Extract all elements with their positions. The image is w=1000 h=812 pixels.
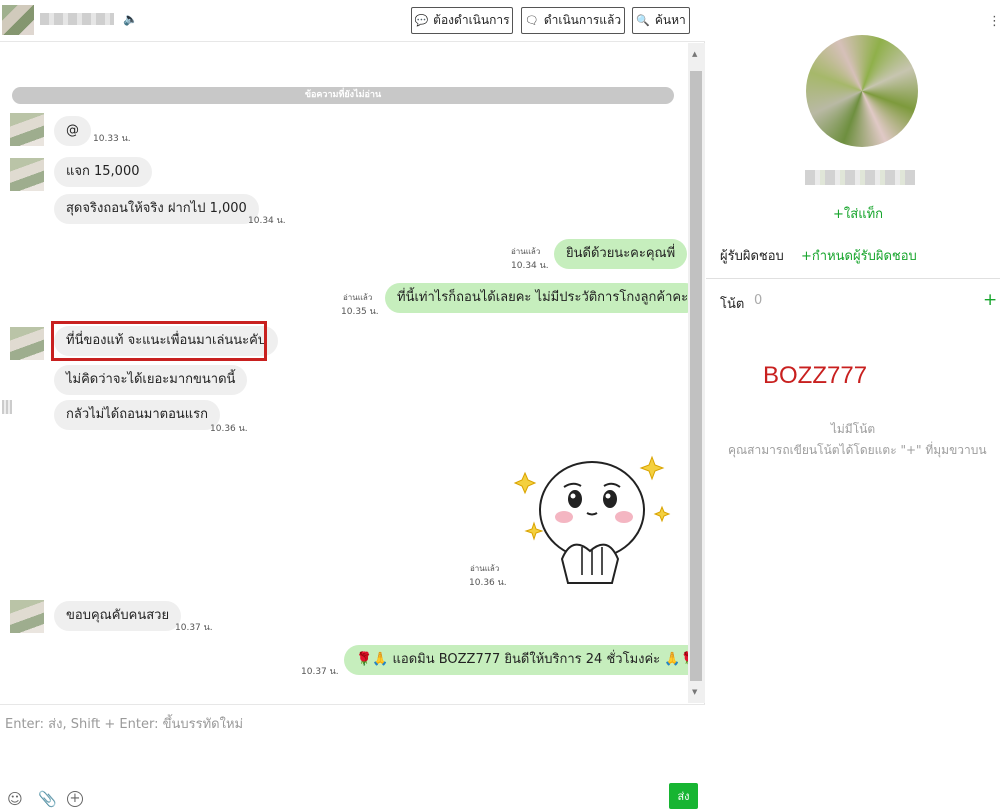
checked-bubble-icon: 🗨 — [524, 14, 539, 27]
search-icon: 🔍 — [636, 14, 650, 27]
profile-picture[interactable] — [806, 35, 918, 147]
assign-responder-button[interactable]: +กำหนดผู้รับผิดชอบ — [801, 245, 917, 266]
todo-button-label: ต้องดำเนินการ — [433, 13, 510, 27]
message-bubble[interactable]: ยินดีด้วยนะคะคุณพี่ — [554, 239, 688, 269]
message-scrollbar[interactable]: ▲ ▼ — [688, 43, 705, 703]
message-time: 10.34 น. — [511, 261, 549, 271]
add-tag-button[interactable]: +ใส่แท็ก — [833, 203, 883, 224]
message-time: 10.36 น. — [210, 424, 248, 434]
message-input[interactable] — [5, 713, 695, 773]
chat-header: 🔈 💬 ต้องดำเนินการ 🗨 ดำเนินการแล้ว 🔍 ค้นห… — [0, 0, 705, 42]
empty-notes-description: คุณสามารถเขียนโน้ตได้โดยแตะ "+" ที่มุมขว… — [728, 443, 987, 457]
message-bubble[interactable]: 🌹🙏 แอดมิน BOZZ777 ยินดีให้บริการ 24 ชั่ว… — [344, 645, 688, 675]
attachment-icon[interactable]: 📎 — [38, 791, 57, 807]
plus-icon: + — [833, 207, 844, 222]
unread-divider: ข้อความที่ยังไม่อ่าน — [12, 87, 674, 104]
responder-label: ผู้รับผิดชอบ — [720, 249, 784, 264]
done-button[interactable]: 🗨 ดำเนินการแล้ว — [521, 7, 625, 34]
message-bubble[interactable]: ไม่คิดว่าจะได้เยอะมากขนาดนี้ — [54, 365, 248, 395]
contact-sidebar: ⋮ +ใส่แท็ก ผู้รับผิดชอบ +กำหนดผู้รับผิดช… — [706, 0, 1000, 812]
speaker-icon[interactable]: 🔈 — [123, 12, 138, 26]
message-time: 10.37 น. — [175, 623, 213, 633]
message-bubble[interactable]: @ — [54, 116, 91, 146]
send-button[interactable]: ส่ง — [669, 783, 698, 809]
annotation-text: BOZZ777 — [763, 362, 868, 389]
read-receipt: อ่านแล้ว — [470, 564, 500, 573]
plus-icon: + — [801, 249, 812, 264]
add-icon[interactable]: + — [67, 791, 83, 807]
scroll-up-arrow-icon[interactable]: ▲ — [692, 50, 697, 58]
highlight-annotation-box — [51, 321, 267, 361]
chat-pane: 🔈 💬 ต้องดำเนินการ 🗨 ดำเนินการแล้ว 🔍 ค้นห… — [0, 0, 705, 812]
speech-bubble-icon: 💬 — [414, 14, 429, 27]
note-label: โน้ต — [720, 297, 745, 312]
message-time: 10.36 น. — [469, 578, 507, 588]
message-list[interactable]: ข้อความที่ยังไม่อ่าน @ 10.33 น. แจก 15,0… — [0, 43, 688, 703]
partial-avatar — [2, 400, 12, 414]
message-bubble[interactable]: ขอบคุณคับคนสวย — [54, 601, 182, 631]
read-receipt: อ่านแล้ว — [511, 247, 541, 256]
scroll-down-arrow-icon[interactable]: ▼ — [692, 688, 697, 696]
message-bubble[interactable]: แจก 15,000 — [54, 157, 152, 187]
sender-avatar[interactable] — [10, 600, 44, 633]
contact-name-blurred — [40, 13, 114, 25]
emoji-icon[interactable]: ☺ — [7, 791, 23, 807]
profile-name-blurred — [805, 170, 915, 185]
message-bubble[interactable]: ที่นี้เท่าไรก็ถอนได้เลยคะ ไม่มีประวัติกา… — [385, 283, 688, 313]
message-time: 10.34 น. — [248, 216, 286, 226]
more-options-icon[interactable]: ⋮ — [988, 14, 1000, 29]
contact-avatar[interactable] — [2, 5, 34, 35]
sender-avatar[interactable] — [10, 113, 44, 146]
message-time: 10.35 น. — [341, 307, 379, 317]
message-bubble[interactable]: กลัวไม่ได้ถอนมาตอนแรก — [54, 400, 221, 430]
search-button-label: ค้นหา — [654, 13, 686, 27]
note-count: 0 — [754, 293, 763, 308]
message-composer: ☺ 📎 + — [0, 704, 705, 812]
done-button-label: ดำเนินการแล้ว — [543, 13, 622, 27]
read-receipt: อ่านแล้ว — [343, 293, 373, 302]
sender-avatar[interactable] — [10, 327, 44, 360]
message-bubble[interactable]: สุดจริงถอนให้จริง ฝากไป 1,000 — [54, 194, 259, 224]
divider — [706, 278, 1000, 279]
todo-button[interactable]: 💬 ต้องดำเนินการ — [411, 7, 513, 34]
crying-face-sticker[interactable] — [512, 455, 672, 585]
message-time: 10.37 น. — [301, 667, 339, 677]
search-button[interactable]: 🔍 ค้นหา — [632, 7, 690, 34]
empty-notes-title: ไม่มีโน้ต — [830, 422, 876, 436]
scroll-thumb[interactable] — [690, 71, 702, 681]
message-time: 10.33 น. — [93, 134, 131, 144]
add-note-icon[interactable]: + — [983, 290, 997, 310]
sender-avatar[interactable] — [10, 158, 44, 191]
